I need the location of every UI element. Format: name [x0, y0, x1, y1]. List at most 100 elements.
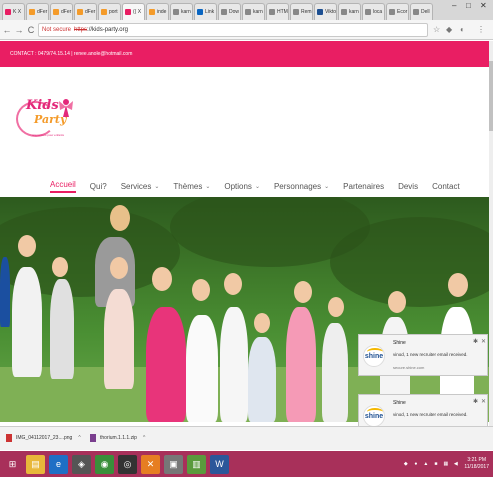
close-icon[interactable]: ✕: [481, 398, 486, 405]
url-scheme: https: [74, 27, 88, 33]
maximize-icon[interactable]: □: [466, 1, 471, 10]
file-explorer-icon[interactable]: ▤: [26, 454, 45, 474]
nav-item-personnages[interactable]: Personnages ⌄: [274, 182, 329, 191]
clock[interactable]: 3:21 PM 11/18/2017: [464, 457, 489, 471]
browser-tab[interactable]: dFer: [50, 3, 73, 20]
logo-tagline: animations pour enfants: [32, 133, 65, 137]
tab-favicon-icon: [125, 9, 131, 15]
app-icon-2[interactable]: ◎: [118, 454, 137, 474]
browser-tab[interactable]: karn: [242, 3, 265, 20]
xampp-icon[interactable]: ✕: [141, 454, 160, 474]
address-bar[interactable]: Not secure https ://kids-party.org: [38, 23, 428, 37]
browser-tab[interactable]: Link: [194, 3, 217, 20]
shine-notification-1[interactable]: shine Shine vinod, 1 new recruiter email…: [358, 334, 488, 376]
notification-message: vinod, 1 new recruiter email received.: [393, 412, 468, 417]
site-header: Kids Party animations pour enfants Accue…: [0, 67, 489, 193]
notification-source: secure.shine.com: [393, 365, 425, 370]
nav-item-options[interactable]: Options ⌄: [224, 182, 260, 191]
browser-tab[interactable]: karn: [170, 3, 193, 20]
browser-tab[interactable]: inde: [146, 3, 169, 20]
fairy-icon: [59, 99, 73, 117]
image-file-icon: [6, 434, 12, 442]
chevron-down-icon: ⌄: [205, 183, 211, 190]
word-icon[interactable]: W: [210, 454, 229, 474]
browser-tab[interactable]: Dell: [410, 3, 433, 20]
download-filename: IMG_04112017_23....png: [16, 435, 73, 441]
windows-taskbar: ⊞ ▤ e ◈ ◉ ◎ ✕ ▣ ▥ W ◆ ● ▲ ■ ▦ ◀ 3:21 PM …: [0, 451, 493, 477]
tab-favicon-icon: [53, 9, 59, 15]
kids-party-logo[interactable]: Kids Party animations pour enfants: [14, 95, 76, 141]
nav-item-devis[interactable]: Devis: [398, 182, 418, 191]
browser-tab[interactable]: loca: [362, 3, 385, 20]
browser-tab[interactable]: Vikto: [314, 3, 337, 20]
zip-file-icon: [90, 434, 96, 442]
browser-tab[interactable]: Dow: [218, 3, 241, 20]
reload-icon[interactable]: C: [26, 25, 36, 35]
browser-tab[interactable]: Ecor: [386, 3, 409, 20]
tab-label: Dow: [229, 9, 240, 15]
tray-icon[interactable]: ■: [432, 461, 439, 468]
notepad-icon[interactable]: ▥: [187, 454, 206, 474]
logo-line1: Kids: [26, 98, 59, 113]
browser-tab[interactable]: HTM: [266, 3, 289, 20]
tab-label: HTM: [277, 9, 288, 15]
browser-tab[interactable]: K X: [2, 3, 25, 20]
tab-label: karn: [349, 9, 359, 15]
system-tray: ◆ ● ▲ ■ ▦ ◀ 3:21 PM 11/18/2017: [399, 455, 489, 473]
app-icon-3[interactable]: ▣: [164, 454, 183, 474]
chevron-up-icon[interactable]: ^: [78, 435, 80, 441]
tab-label: karn: [253, 9, 263, 15]
tab-favicon-icon: [5, 9, 11, 15]
tab-favicon-icon: [221, 9, 227, 15]
download-item[interactable]: IMG_04112017_23....png ^: [6, 434, 81, 442]
nav-item-accueil[interactable]: Accueil: [50, 180, 76, 193]
nav-item-services[interactable]: Services ⌄: [121, 182, 160, 191]
nav-item-qui[interactable]: Qui?: [90, 182, 107, 191]
gear-icon[interactable]: ✱: [473, 398, 478, 405]
nav-item-partenaires[interactable]: Partenaires: [343, 182, 384, 191]
tab-favicon-icon: [365, 9, 371, 15]
star-icon[interactable]: ☆: [433, 25, 440, 34]
minimize-icon[interactable]: –: [452, 1, 456, 10]
close-window-icon[interactable]: ✕: [480, 1, 487, 10]
browser-tab[interactable]: karn: [338, 3, 361, 20]
chevron-up-icon[interactable]: ^: [143, 435, 145, 441]
edge-icon[interactable]: e: [49, 454, 68, 474]
tab-favicon-icon: [245, 9, 251, 15]
extension-icon-2[interactable]: ◐: [460, 25, 465, 34]
browser-tab[interactable]: dFer: [74, 3, 97, 20]
extension-icon[interactable]: ◆: [446, 25, 452, 34]
gear-icon[interactable]: ✱: [473, 338, 478, 345]
browser-tab[interactable]: dFer: [26, 3, 49, 20]
back-icon[interactable]: ←: [2, 25, 12, 35]
menu-icon[interactable]: ⋮: [477, 25, 485, 34]
page-scrollbar[interactable]: [489, 41, 493, 426]
download-item[interactable]: thorium.1.1.1.zip ^: [90, 434, 145, 442]
tray-icon[interactable]: ▲: [422, 461, 429, 468]
nav-item-label: Personnages: [273, 181, 322, 191]
scroll-thumb[interactable]: [489, 61, 493, 131]
notification-title: Shine: [393, 340, 406, 346]
browser-toolbar: ← → C Not secure https ://kids-party.org…: [0, 20, 493, 40]
close-icon[interactable]: ✕: [481, 338, 486, 345]
browser-tab[interactable]: (( X: [122, 3, 145, 20]
tab-favicon-icon: [173, 9, 179, 15]
contact-bar: CONTACT : 0479/74.15.14 | renee.anole@ho…: [0, 41, 489, 67]
browser-tab[interactable]: Rem: [290, 3, 313, 20]
forward-icon[interactable]: →: [14, 25, 24, 35]
tab-label: karn: [181, 9, 191, 15]
volume-icon[interactable]: ◀: [452, 461, 459, 468]
start-icon[interactable]: ⊞: [3, 455, 22, 474]
clock-time: 3:21 PM: [467, 457, 486, 463]
tray-icon[interactable]: ◆: [402, 461, 409, 468]
nav-item-thmes[interactable]: Thèmes ⌄: [173, 182, 210, 191]
chevron-down-icon: ⌄: [254, 183, 260, 190]
browser-tab[interactable]: port: [98, 3, 121, 20]
nav-item-contact[interactable]: Contact: [432, 182, 460, 191]
chrome-icon[interactable]: ◉: [95, 454, 114, 474]
notification-message: vinod, 1 new recruiter email received.: [393, 352, 468, 357]
tray-icon[interactable]: ●: [412, 461, 419, 468]
app-icon[interactable]: ◈: [72, 454, 91, 474]
network-icon[interactable]: ▦: [442, 461, 449, 468]
tab-label: Vikto: [325, 9, 337, 15]
